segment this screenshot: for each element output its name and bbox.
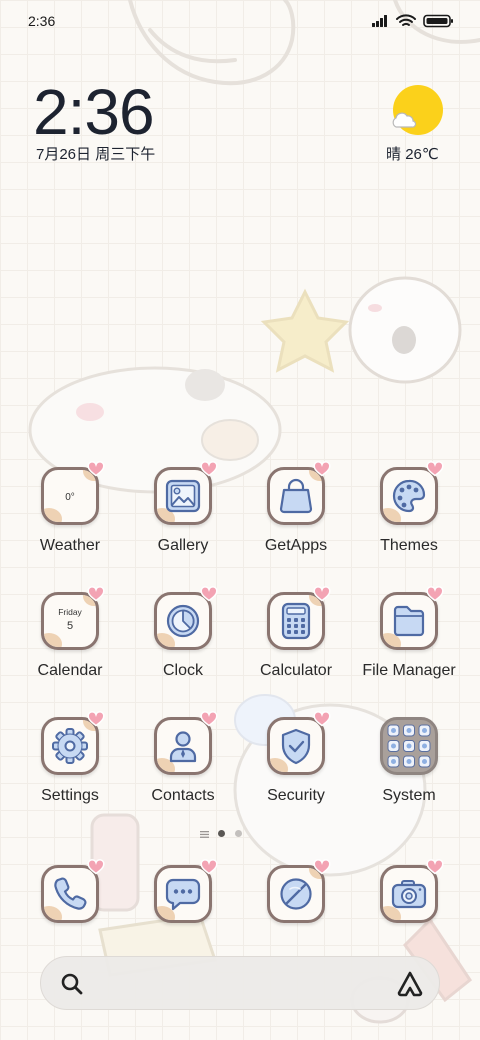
calendar-icon: Friday 5: [41, 586, 105, 650]
app-vault-icon[interactable]: [395, 969, 425, 999]
heart-badge-icon: [87, 586, 105, 602]
cloud-icon: [392, 112, 417, 128]
app-clock[interactable]: Clock: [128, 586, 238, 684]
heart-badge-icon: [200, 586, 218, 602]
search-icon[interactable]: [59, 971, 85, 997]
weather-condition: 晴: [386, 146, 402, 163]
wifi-icon: [396, 14, 416, 26]
gallery-icon: [154, 461, 218, 525]
heart-badge-icon: [87, 461, 105, 477]
calendar-day: 5: [67, 620, 73, 632]
weather-icon-temp: 0°: [65, 492, 75, 503]
heart-badge-icon: [426, 859, 444, 875]
battery-icon: [423, 14, 453, 28]
app-getapps[interactable]: GetApps: [241, 461, 351, 559]
app-label: System: [382, 787, 436, 804]
menu-lines-icon: [200, 831, 209, 838]
phone-icon: [41, 859, 105, 923]
heart-badge-icon: [200, 711, 218, 727]
gear-icon: [41, 711, 105, 775]
heart-badge-icon: [200, 461, 218, 477]
app-label: Gallery: [157, 537, 209, 554]
heart-badge-icon: [313, 859, 331, 875]
app-label: File Manager: [362, 662, 456, 679]
browser-icon: [267, 859, 331, 923]
heart-badge-icon: [87, 859, 105, 875]
clock-widget-time[interactable]: 2:36: [33, 80, 155, 144]
shopping-bag-icon: [267, 461, 331, 525]
app-weather[interactable]: 0° Weather: [15, 461, 125, 559]
app-themes[interactable]: Themes: [354, 461, 464, 559]
app-settings[interactable]: Settings: [15, 711, 125, 809]
calculator-icon: [267, 586, 331, 650]
weather-icon: 0°: [41, 461, 105, 525]
palette-icon: [380, 461, 444, 525]
cellular-signal-icon: [372, 15, 387, 27]
app-calculator[interactable]: Calculator: [241, 586, 351, 684]
page-dot[interactable]: [218, 830, 225, 837]
page-dot[interactable]: [235, 830, 242, 837]
folder-icon: [380, 586, 444, 650]
app-system-folder[interactable]: System: [354, 717, 464, 809]
page-indicator[interactable]: [196, 828, 248, 840]
app-file-manager[interactable]: File Manager: [354, 586, 464, 684]
heart-badge-icon: [87, 711, 105, 727]
weather-temperature: 26℃: [405, 146, 439, 163]
app-label: GetApps: [264, 537, 328, 554]
dock-messages[interactable]: [128, 859, 238, 925]
shield-check-icon: [267, 711, 331, 775]
calendar-weekday: Friday: [58, 607, 82, 617]
clock-icon: [154, 586, 218, 650]
heart-badge-icon: [426, 586, 444, 602]
app-label: Calculator: [259, 662, 333, 679]
heart-badge-icon: [200, 859, 218, 875]
app-label: Calendar: [37, 662, 103, 679]
app-calendar[interactable]: Friday 5 Calendar: [15, 586, 125, 684]
status-bar-time: 2:36: [28, 13, 56, 29]
clock-widget-date[interactable]: 7月26日 周三下午: [36, 146, 155, 164]
weather-widget-text[interactable]: 晴 26℃: [386, 146, 439, 164]
contact-person-icon: [154, 711, 218, 775]
app-label: Contacts: [151, 787, 215, 804]
dock-browser[interactable]: [241, 859, 351, 925]
heart-badge-icon: [313, 586, 331, 602]
app-folder-icon: [380, 717, 438, 775]
app-label: Settings: [41, 787, 99, 804]
camera-icon: [380, 859, 444, 923]
app-label: Security: [267, 787, 325, 804]
dock-phone[interactable]: [15, 859, 125, 925]
app-label: Themes: [380, 537, 438, 554]
app-label: Weather: [39, 537, 101, 554]
status-bar-icons: [372, 14, 453, 28]
heart-badge-icon: [426, 461, 444, 477]
dock-camera[interactable]: [354, 859, 464, 925]
search-bar[interactable]: [40, 956, 440, 1010]
app-contacts[interactable]: Contacts: [128, 711, 238, 809]
heart-badge-icon: [313, 461, 331, 477]
app-security[interactable]: Security: [241, 711, 351, 809]
message-bubble-icon: [154, 859, 218, 923]
app-label: Clock: [162, 662, 203, 679]
app-gallery[interactable]: Gallery: [128, 461, 238, 559]
heart-badge-icon: [313, 711, 331, 727]
